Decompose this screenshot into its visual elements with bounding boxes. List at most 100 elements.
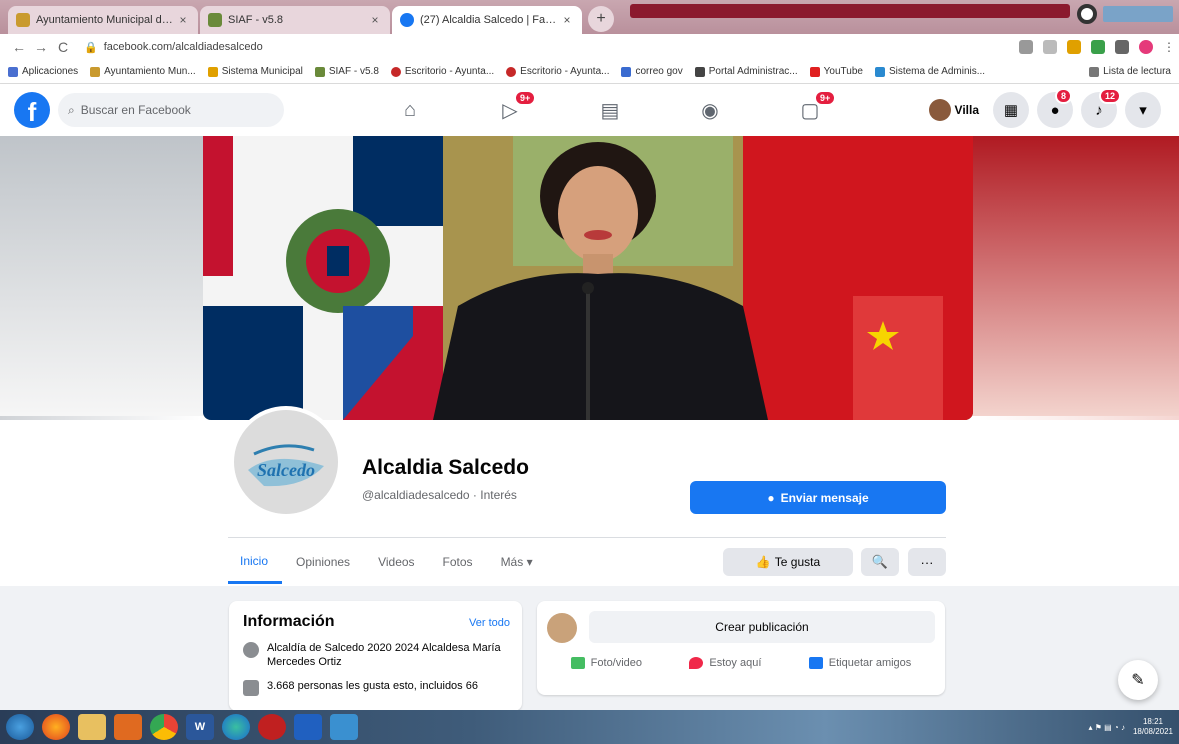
- profile-avatar-icon[interactable]: [1139, 40, 1153, 54]
- key-icon[interactable]: [1019, 40, 1033, 54]
- like-label: Te gusta: [774, 555, 821, 569]
- tag-friends-button[interactable]: Etiquetar amigos: [808, 657, 911, 669]
- reload-icon[interactable]: C: [52, 39, 74, 55]
- search-placeholder: Buscar en Facebook: [80, 103, 191, 117]
- chevron-down-icon: ▾: [1139, 102, 1147, 119]
- notifications-badge: 12: [1099, 88, 1122, 104]
- system-tray: ▴ ⚑ ▤ ◔ ♪ 18:21 18/08/2021: [1088, 717, 1173, 737]
- avatar[interactable]: [547, 613, 577, 643]
- profile-shortcut[interactable]: Villa: [927, 97, 985, 123]
- bookmarks-bar: Aplicaciones Ayuntamiento Mun... Sistema…: [0, 60, 1179, 84]
- browser-tab[interactable]: Ayuntamiento Municipal de Sal ×: [8, 6, 198, 34]
- reading-list-icon: [1089, 66, 1100, 77]
- watch-badge: 9+: [514, 90, 537, 106]
- search-input[interactable]: ⌕ Buscar en Facebook: [58, 93, 284, 127]
- bookmark-item[interactable]: Escritorio - Ayunta...: [390, 66, 494, 77]
- reading-list[interactable]: Lista de lectura: [1089, 66, 1171, 77]
- forward-icon[interactable]: →: [30, 39, 52, 55]
- tab-inicio[interactable]: Inicio: [228, 540, 283, 584]
- bookmark-item[interactable]: YouTube: [809, 66, 863, 77]
- extension-icon[interactable]: [1091, 40, 1105, 54]
- photo-video-button[interactable]: Foto/video: [570, 657, 642, 669]
- back-icon[interactable]: ←: [8, 39, 30, 55]
- profile-circle-icon[interactable]: [1077, 4, 1097, 24]
- new-message-button[interactable]: ✎: [1118, 660, 1158, 700]
- facebook-nav: ⌂ ▷ 9+ ▤ ◉ ▢ 9+: [360, 84, 860, 136]
- tab-close-icon[interactable]: ×: [560, 13, 574, 27]
- puzzle-icon[interactable]: [1115, 40, 1129, 54]
- start-button[interactable]: [6, 714, 34, 740]
- app-icon[interactable]: [258, 714, 286, 740]
- info-icon: [243, 642, 259, 658]
- menu-dots-icon[interactable]: ⋮: [1163, 40, 1175, 54]
- tab-close-icon[interactable]: ×: [368, 13, 382, 27]
- bookmark-item[interactable]: SIAF - v5.8: [314, 66, 379, 77]
- clock[interactable]: 18:21 18/08/2021: [1133, 717, 1173, 737]
- bookmark-item[interactable]: Escritorio - Ayunta...: [506, 66, 609, 77]
- browser-tab-active[interactable]: (27) Alcaldia Salcedo | Facebook ×: [392, 6, 582, 34]
- edge-icon[interactable]: [222, 714, 250, 740]
- tab-videos[interactable]: Videos: [364, 540, 428, 584]
- nav-gaming[interactable]: ▢ 9+: [760, 84, 860, 136]
- new-tab-button[interactable]: +: [588, 6, 614, 32]
- user-name: Villa: [954, 103, 979, 117]
- extension-icon[interactable]: [1067, 40, 1081, 54]
- bookmark-item[interactable]: Aplicaciones: [8, 66, 78, 77]
- url-field[interactable]: 🔒 facebook.com/alcaldiadesalcedo: [84, 41, 263, 54]
- account-button[interactable]: ▾: [1125, 92, 1161, 128]
- bookmark-item[interactable]: Sistema de Adminis...: [874, 66, 985, 77]
- tab-opiniones[interactable]: Opiniones: [282, 540, 364, 584]
- header-right: Villa ▦ ● 8 ♪ 12 ▾: [927, 88, 1161, 128]
- star-icon[interactable]: [1043, 40, 1057, 54]
- word-icon[interactable]: W: [186, 714, 214, 740]
- see-all-link[interactable]: Ver todo: [469, 617, 510, 629]
- app-icon[interactable]: [330, 714, 358, 740]
- info-row: Alcaldía de Salcedo 2020 2024 Alcaldesa …: [243, 641, 508, 669]
- address-bar-row: ← → C 🔒 facebook.com/alcaldiadesalcedo ⋮: [0, 34, 1179, 60]
- media-player-icon[interactable]: [114, 714, 142, 740]
- tab-fotos[interactable]: Fotos: [429, 540, 487, 584]
- create-post-input[interactable]: Crear publicación: [589, 611, 935, 643]
- thumbs-up-icon: 👍: [755, 555, 771, 569]
- facebook-logo[interactable]: f: [14, 92, 50, 128]
- windows-taskbar: W ▴ ⚑ ▤ ◔ ♪ 18:21 18/08/2021: [0, 710, 1179, 744]
- tray-icons[interactable]: ▴ ⚑ ▤ ◔ ♪: [1088, 723, 1124, 732]
- tab-close-icon[interactable]: ×: [176, 13, 190, 27]
- facebook-header: f ⌕ Buscar en Facebook ⌂ ▷ 9+ ▤ ◉ ▢ 9+ Vil…: [0, 84, 1179, 136]
- chrome-icon[interactable]: [150, 714, 178, 740]
- bookmark-item[interactable]: Ayuntamiento Mun...: [90, 66, 196, 77]
- send-message-button[interactable]: ● Enviar mensaje: [690, 481, 946, 514]
- divider: [228, 537, 946, 538]
- notifications-button[interactable]: ♪ 12: [1081, 88, 1122, 128]
- bookmark-icon: [90, 66, 101, 77]
- firefox-icon[interactable]: [42, 714, 70, 740]
- messenger-button[interactable]: ● 8: [1037, 88, 1073, 128]
- file-explorer-icon[interactable]: [78, 714, 106, 740]
- nav-watch[interactable]: ▷ 9+: [460, 84, 560, 136]
- nav-groups[interactable]: ◉: [660, 84, 760, 136]
- bookmark-item[interactable]: correo gov: [621, 66, 683, 77]
- menu-button[interactable]: ▦: [993, 92, 1029, 128]
- thumbs-up-icon: [243, 680, 259, 696]
- like-button[interactable]: 👍 Te gusta: [723, 548, 853, 576]
- cover-blur-left: [0, 136, 204, 416]
- page-avatar[interactable]: Salcedo: [230, 406, 342, 518]
- page-more-button[interactable]: ···: [908, 548, 946, 576]
- page-title: Alcaldia Salcedo: [362, 456, 529, 479]
- window-buttons[interactable]: [1103, 6, 1173, 22]
- marketplace-icon: ▤: [600, 99, 620, 122]
- page-search-button[interactable]: 🔍: [861, 548, 899, 576]
- tab-more[interactable]: Más ▾: [487, 540, 547, 584]
- browser-tab[interactable]: SIAF - v5.8 ×: [200, 6, 390, 34]
- nav-home[interactable]: ⌂: [360, 84, 460, 136]
- bookmark-item[interactable]: Portal Administrac...: [694, 66, 798, 77]
- send-message-label: Enviar mensaje: [780, 490, 869, 505]
- check-in-button[interactable]: Estoy aquí: [689, 657, 761, 669]
- clock-date: 18/08/2021: [1132, 727, 1173, 736]
- tab-favicon-icon: [208, 13, 222, 27]
- messenger-badge: 8: [1055, 88, 1073, 104]
- bookmark-item[interactable]: Sistema Municipal: [207, 66, 303, 77]
- nav-marketplace[interactable]: ▤: [560, 84, 660, 136]
- shield-icon[interactable]: [294, 714, 322, 740]
- cover-photo[interactable]: [203, 136, 973, 420]
